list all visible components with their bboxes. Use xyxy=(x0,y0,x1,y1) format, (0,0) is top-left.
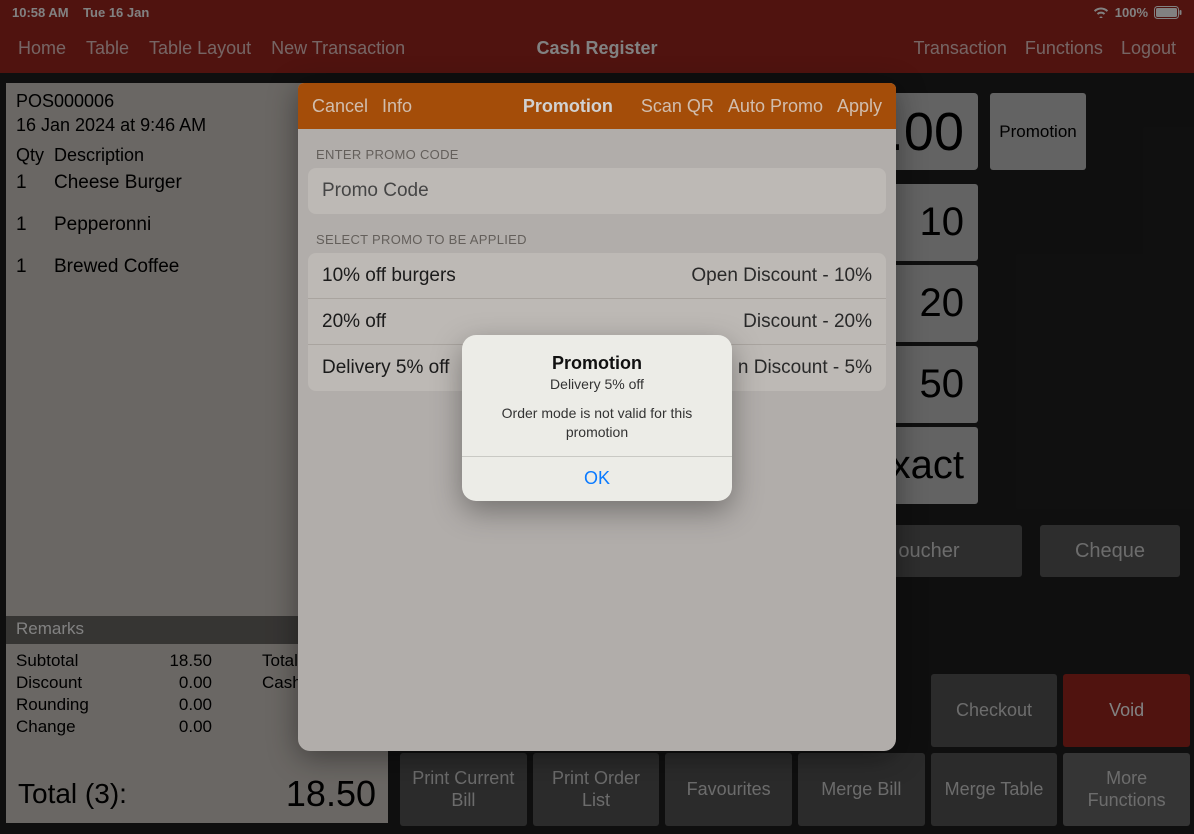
alert-title: Promotion xyxy=(478,353,716,374)
alert-ok-button[interactable]: OK xyxy=(462,457,732,501)
alert-subtitle: Delivery 5% off xyxy=(478,376,716,392)
alert-dialog: Promotion Delivery 5% off Order mode is … xyxy=(462,335,732,501)
alert-message: Order mode is not valid for this promoti… xyxy=(478,404,716,442)
